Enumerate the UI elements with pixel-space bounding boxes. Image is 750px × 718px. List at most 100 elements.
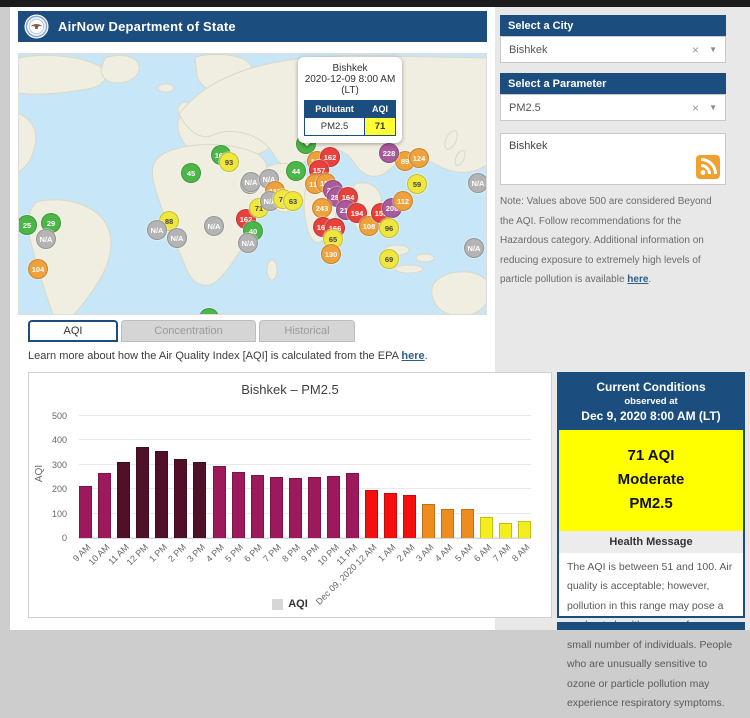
select-city-header: Select a City [500, 15, 726, 36]
rss-box: Bishkek [500, 133, 726, 185]
aqi-map-marker[interactable]: N/A [468, 173, 487, 193]
chart-bar[interactable] [213, 466, 226, 538]
chart-bar[interactable] [346, 473, 359, 538]
chart-bar[interactable] [422, 504, 435, 538]
aqi-map-marker[interactable]: N/A [238, 233, 258, 253]
chart-bar[interactable] [98, 473, 111, 538]
chart-bar-slot: 5 AM [461, 417, 474, 538]
chart-ytick-label: 400 [52, 435, 67, 445]
aqi-chart: Bishkek – PM2.5 AQI 0100200300400500 9 A… [28, 372, 552, 618]
chart-bar[interactable] [308, 477, 321, 538]
chart-bar[interactable] [136, 447, 149, 539]
chart-xtick-label: 2 AM [395, 542, 417, 564]
chart-ytick-label: 500 [52, 411, 67, 421]
chart-bar[interactable] [270, 477, 283, 538]
aqi-map-marker[interactable]: N/A [147, 220, 167, 240]
map-popup: Bishkek 2020-12-09 8:00 AM (LT) Pollutan… [298, 57, 402, 143]
chart-bar[interactable] [384, 493, 397, 538]
aqi-map-marker[interactable]: 124 [409, 148, 429, 168]
note-here-link[interactable]: here [627, 274, 648, 285]
aqi-map-marker[interactable]: 44 [286, 161, 306, 181]
chart-bar[interactable] [155, 451, 168, 538]
city-chevron-down-icon[interactable]: ▼ [709, 45, 717, 54]
chart-bar-slot: 1 PM [155, 417, 168, 538]
conditions-pollutant: PM2.5 [563, 492, 739, 516]
chart-bar-slot: 10 AM [98, 417, 111, 538]
conditions-category: Moderate [563, 468, 739, 492]
aqi-map-marker[interactable]: 59 [407, 174, 427, 194]
tab-concentration[interactable]: Concentration [121, 320, 256, 342]
current-conditions-panel: Current Conditions observed at Dec 9, 20… [557, 372, 745, 618]
aqi-map-marker[interactable]: 243 [312, 198, 332, 218]
chart-bar[interactable] [79, 486, 92, 538]
aqi-map-marker[interactable]: 112 [393, 191, 413, 211]
legend-label: AQI [288, 598, 308, 610]
chart-bar-slot: 11 PM [346, 417, 359, 538]
aqi-map-marker[interactable]: N/A [241, 172, 261, 192]
aqi-map-marker[interactable]: 130 [321, 244, 341, 264]
chart-xtick-label: 1 PM [147, 542, 169, 564]
chart-bar-slot: 3 AM [422, 417, 435, 538]
tab-historical[interactable]: Historical [259, 320, 355, 342]
select-parameter-header: Select a Parameter [500, 73, 726, 94]
chart-bar[interactable] [232, 472, 245, 538]
chart-bar[interactable] [441, 509, 454, 538]
chart-bar[interactable] [518, 521, 531, 538]
chart-xtick-label: 6 PM [242, 542, 264, 564]
chart-bar[interactable] [174, 459, 187, 538]
parameter-select[interactable]: PM2.5 × ▼ [500, 94, 726, 121]
rss-feed-icon[interactable] [696, 155, 720, 179]
aqi-map-marker[interactable]: 96 [379, 218, 399, 238]
aqi-map-marker[interactable]: 69 [379, 249, 399, 269]
chart-xtick-label: 3 AM [414, 542, 436, 564]
tab-aqi[interactable]: AQI [28, 320, 118, 342]
aqi-map-marker[interactable]: 63 [283, 191, 303, 211]
view-tabs: AQI Concentration Historical [28, 320, 355, 342]
conditions-title: Current Conditions [563, 380, 739, 394]
chart-bar[interactable] [117, 462, 130, 538]
world-map[interactable]: Bishkek 2020-12-09 8:00 AM (LT) Pollutan… [18, 53, 487, 315]
chart-xtick-label: 10 PM [315, 542, 340, 567]
chart-xtick-label: 4 PM [204, 542, 226, 564]
chart-bar[interactable] [289, 478, 302, 539]
chart-bar[interactable] [365, 490, 378, 538]
chart-bar[interactable] [403, 495, 416, 538]
parameter-select-value: PM2.5 [509, 102, 541, 114]
chart-legend[interactable]: AQI [29, 598, 551, 610]
chart-bar[interactable] [193, 462, 206, 538]
epa-link[interactable]: here [401, 350, 424, 362]
conditions-aqi-block: 71 AQI Moderate PM2.5 [559, 430, 743, 531]
parameter-chevron-down-icon[interactable]: ▼ [709, 103, 717, 112]
city-clear-icon[interactable]: × [692, 43, 699, 57]
chart-bar-slot: 2 AM [403, 417, 416, 538]
aqi-map-marker[interactable]: 228 [379, 143, 399, 163]
aqi-map-marker[interactable]: N/A [167, 228, 187, 248]
chart-bar[interactable] [251, 475, 264, 538]
popup-col-pollutant: Pollutant [305, 101, 365, 118]
aqi-map-marker[interactable]: 45 [181, 163, 201, 183]
chart-ytick-label: 300 [52, 460, 67, 470]
parameter-clear-icon[interactable]: × [692, 101, 699, 115]
aqi-map-marker[interactable]: 104 [28, 259, 48, 279]
chart-bar-slot: 7 PM [270, 417, 283, 538]
chart-bar[interactable] [499, 523, 512, 538]
chart-bar[interactable] [461, 509, 474, 538]
chart-bar[interactable] [480, 517, 493, 538]
aqi-map-marker[interactable]: 25 [18, 215, 37, 235]
chart-ytick-label: 100 [52, 509, 67, 519]
city-select[interactable]: Bishkek × ▼ [500, 36, 726, 63]
chart-bar[interactable] [327, 476, 340, 538]
note-prefix: Note: Values above 500 are considered Be… [500, 196, 712, 285]
aqi-map-marker[interactable]: N/A [464, 238, 484, 258]
city-select-value: Bishkek [509, 44, 548, 56]
next-panel-header [557, 622, 745, 630]
chart-bar-slot: 5 PM [232, 417, 245, 538]
chart-bar-slot: 11 AM [117, 417, 130, 538]
chart-bar-slot: Dec 09, 2020 12 AM [365, 417, 378, 538]
aqi-map-marker[interactable]: N/A [36, 229, 56, 249]
chart-bar-slot: 7 AM [499, 417, 512, 538]
chart-xtick-label: 8 AM [510, 542, 532, 564]
aqi-map-marker[interactable]: 93 [219, 152, 239, 172]
popup-aqi-value: 71 [365, 118, 396, 136]
aqi-map-marker[interactable]: N/A [204, 216, 224, 236]
